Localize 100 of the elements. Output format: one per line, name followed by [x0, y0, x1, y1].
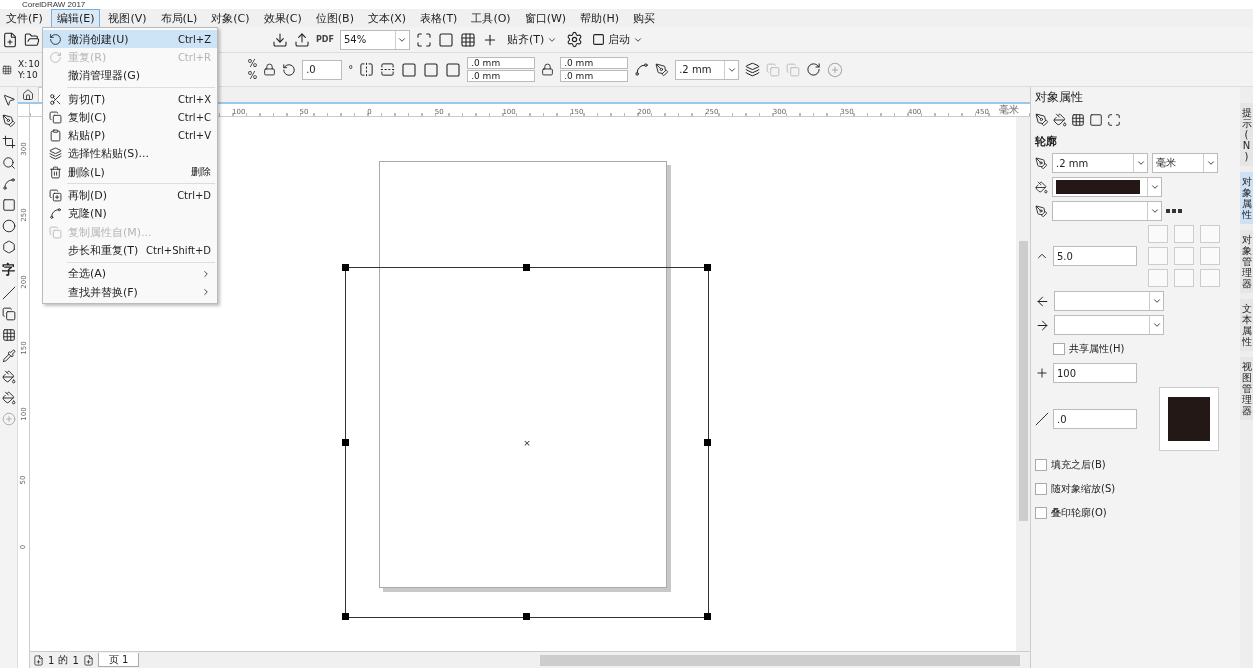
launch-button[interactable]: 启动	[589, 30, 647, 49]
export-icon[interactable]	[294, 31, 310, 48]
docker-tab[interactable]: 文本属性	[1240, 299, 1253, 351]
menu-item[interactable]: 粘贴(P) Ctrl+V	[43, 126, 217, 145]
page-tab[interactable]: 页 1	[97, 653, 140, 667]
menu-item[interactable]: 效果(C)	[257, 8, 308, 28]
outline-width-field[interactable]: .2 mm	[1052, 153, 1148, 173]
selection-handle[interactable]	[523, 613, 530, 620]
corner-radius-field[interactable]: .0 mm	[560, 57, 629, 69]
menu-item[interactable]: 查找并替换(F)	[43, 282, 217, 302]
selection-handle[interactable]	[704, 264, 711, 271]
stretch-field[interactable]: 100	[1053, 363, 1137, 383]
mirror-horizontal-icon[interactable]	[359, 62, 375, 77]
menu-item[interactable]: 购买	[627, 8, 661, 28]
ellipse-icon[interactable]	[1, 219, 16, 233]
selection-handle[interactable]	[704, 438, 711, 446]
trash-icon	[48, 165, 62, 179]
rotate-icon[interactable]	[282, 62, 297, 77]
menu-item[interactable]: 剪切(T) Ctrl+X	[43, 89, 217, 109]
fill-icon[interactable]	[1, 370, 16, 384]
pen-icon[interactable]	[1035, 113, 1049, 127]
menu-item[interactable]: 克隆(N)	[43, 204, 217, 223]
snap-button[interactable]: 贴齐(T)	[503, 30, 561, 49]
outline-width-field[interactable]: .2 mm	[675, 59, 740, 80]
grid-icon[interactable]	[459, 31, 476, 48]
selection-box[interactable]: ×	[345, 267, 709, 618]
checkbox[interactable]	[1035, 459, 1047, 471]
selection-handle[interactable]	[342, 264, 349, 271]
percent-label: %	[247, 70, 258, 81]
more-icon[interactable]	[1166, 208, 1182, 214]
docker-tab[interactable]: 提示(N)	[1240, 103, 1253, 166]
docker-tab[interactable]: 视图管理器	[1240, 357, 1253, 420]
fill-icon[interactable]	[1053, 113, 1067, 127]
checkbox[interactable]	[1035, 483, 1047, 495]
angle-field[interactable]: .0	[1053, 409, 1137, 429]
caret-icon	[1205, 158, 1216, 168]
zoom-field[interactable]: 54%	[339, 29, 410, 50]
selection-handle[interactable]	[704, 613, 711, 620]
menu-item[interactable]: 帮助(H)	[574, 8, 625, 28]
add-page-icon[interactable]	[82, 654, 94, 666]
menu-item[interactable]: 对象(C)	[205, 8, 256, 28]
mirror-vertical-icon[interactable]	[380, 62, 396, 77]
selection-handle[interactable]	[342, 438, 349, 446]
pen-icon[interactable]	[1035, 204, 1048, 218]
menu-item[interactable]: 全选(A)	[43, 264, 217, 283]
pen-icon[interactable]	[1035, 156, 1048, 170]
selection-handle[interactable]	[342, 613, 349, 620]
rotation-field[interactable]: .0	[302, 59, 343, 80]
corner-radius-field[interactable]: .0 mm	[467, 57, 536, 69]
menu-item[interactable]: 文本(X)	[361, 8, 413, 28]
scrollbar-thumb[interactable]	[1018, 241, 1028, 521]
menu-item[interactable]: 选择性粘贴(S)...	[43, 144, 217, 164]
menu-item[interactable]: 文件(F)	[0, 8, 49, 28]
text-tool[interactable]: 字	[2, 261, 15, 279]
menu-item[interactable]: 表格(T)	[414, 8, 464, 28]
miter-limit-field[interactable]: 5.0	[1053, 246, 1137, 266]
arrow-right-icon[interactable]	[1035, 317, 1050, 333]
rectangle-icon[interactable]	[1, 198, 16, 212]
outline-color-dropdown[interactable]	[1052, 177, 1162, 197]
checkbox[interactable]	[1053, 343, 1065, 355]
selection-handle[interactable]	[523, 264, 530, 271]
home-icon[interactable]	[22, 88, 34, 101]
grid-icon[interactable]	[2, 64, 12, 75]
menu-item[interactable]: 删除(L) 删除	[43, 163, 217, 182]
corner-radius-field[interactable]: .0 mm	[467, 70, 536, 82]
open-folder-icon[interactable]	[24, 31, 40, 48]
pointer-icon[interactable]	[1, 93, 16, 107]
menu-item[interactable]: 布局(L)	[154, 8, 204, 28]
curve-icon[interactable]	[1, 177, 16, 191]
menu-item[interactable]: 窗口(W)	[518, 8, 573, 28]
pdf-icon[interactable]: PDF	[316, 35, 334, 44]
menu-item[interactable]: 视图(V)	[102, 8, 153, 28]
settings-icon[interactable]	[566, 31, 584, 48]
menu-item[interactable]: 复制(C) Ctrl+C	[43, 108, 217, 127]
polygon-icon[interactable]	[1, 240, 16, 254]
menu-item[interactable]: 位图(B)	[309, 8, 360, 28]
docker-tab[interactable]: 对象属性	[1240, 172, 1253, 224]
scrollbar-thumb[interactable]	[540, 654, 1020, 666]
lock-icon[interactable]	[263, 63, 277, 76]
new-document-icon[interactable]	[2, 31, 18, 48]
eyedropper-icon[interactable]	[1, 349, 16, 363]
lock-icon[interactable]	[541, 63, 555, 76]
menu-item[interactable]: 撤消创建(U) Ctrl+Z	[43, 30, 217, 49]
frame-icon[interactable]	[1089, 113, 1103, 127]
menu-item[interactable]: 工具(O)	[465, 8, 517, 28]
menu-item[interactable]: 步长和重复(T) Ctrl+Shift+D	[43, 241, 217, 260]
crop-icon[interactable]	[1, 135, 16, 149]
add-page-icon[interactable]	[33, 654, 44, 666]
checkbox[interactable]	[1035, 507, 1047, 519]
import-icon[interactable]	[272, 31, 288, 48]
menu-item[interactable]: 撤消管理器(G)	[43, 66, 217, 85]
unit-dropdown[interactable]: 毫米	[1152, 153, 1218, 173]
docker-tab[interactable]: 对象管理器	[1240, 230, 1253, 293]
corner-radius-field[interactable]: .0 mm	[560, 70, 629, 82]
search-icon[interactable]	[1, 156, 16, 170]
pen-icon[interactable]	[655, 62, 670, 77]
line-icon[interactable]	[1, 286, 16, 300]
full-screen-icon[interactable]	[415, 31, 432, 48]
start-arrow-dropdown[interactable]	[1054, 291, 1164, 311]
menu-item[interactable]: 再制(D) Ctrl+D	[43, 186, 217, 205]
